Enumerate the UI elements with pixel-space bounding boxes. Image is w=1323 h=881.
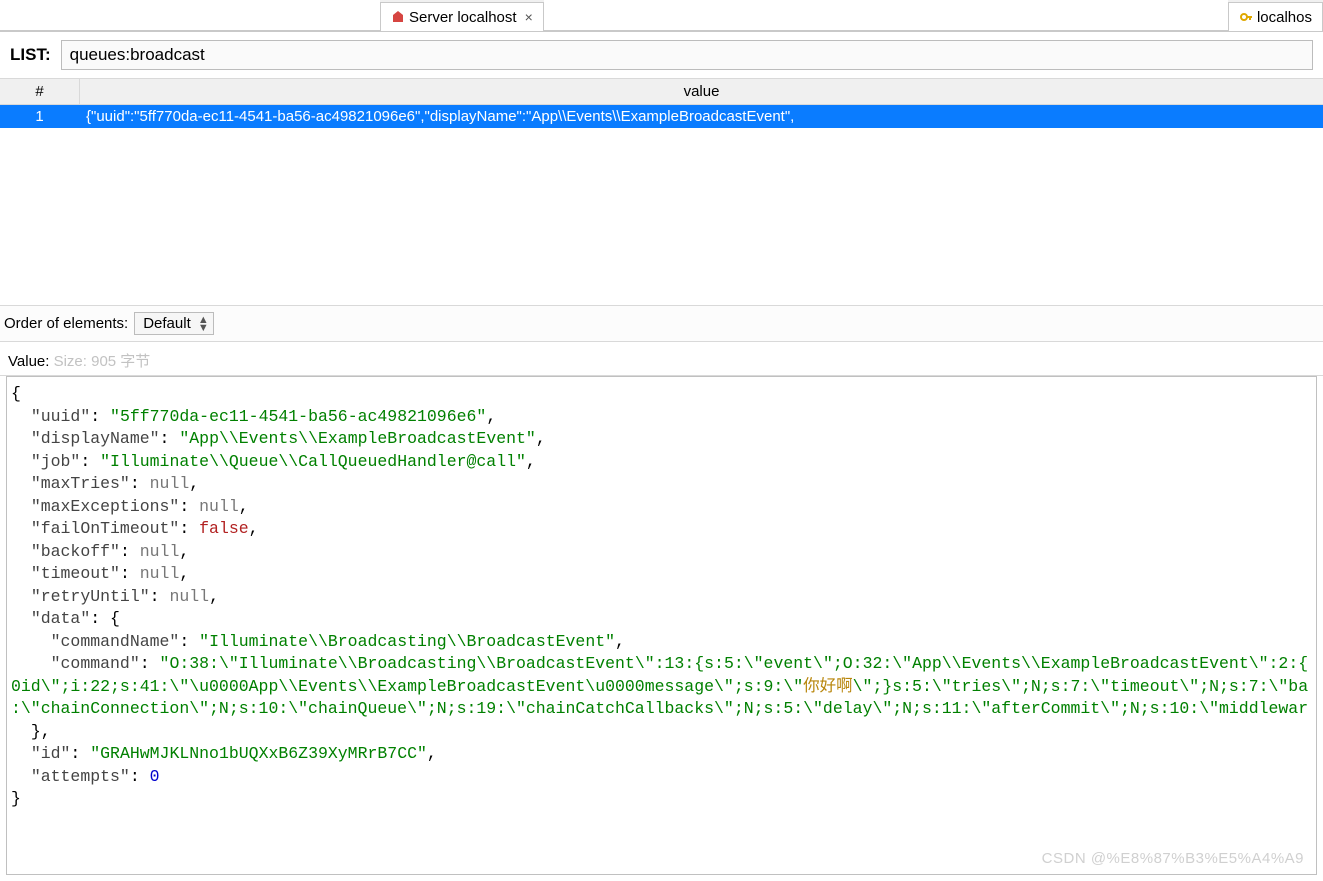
tab-localhost-right[interactable]: localhos [1228, 2, 1323, 31]
order-label: Order of elements: [4, 315, 128, 332]
table-rows: 1 {"uuid":"5ff770da-ec11-4541-ba56-ac498… [0, 105, 1323, 305]
table-header: # value [0, 79, 1323, 105]
value-label-row: Value: Size: 905 字节 [0, 342, 1323, 376]
value-json-viewer[interactable]: { "uuid": "5ff770da-ec11-4541-ba56-ac498… [6, 376, 1317, 875]
tab-server-localhost[interactable]: Server localhost × [380, 2, 544, 31]
watermark: CSDN @%E8%87%B3%E5%A4%A9 [1042, 848, 1304, 871]
tab-spacer-mid [544, 0, 1228, 31]
order-select[interactable]: Default ▲▼ [134, 312, 214, 335]
table-row[interactable]: 1 {"uuid":"5ff770da-ec11-4541-ba56-ac498… [0, 105, 1323, 128]
order-selected: Default [143, 315, 191, 332]
value-size: Size: 905 字节 [54, 353, 151, 370]
chevron-up-down-icon: ▲▼ [198, 316, 209, 332]
col-header-value[interactable]: value [80, 79, 1323, 104]
col-header-index[interactable]: # [0, 79, 80, 104]
server-icon [391, 10, 405, 24]
tab-bar: Server localhost × localhos [0, 0, 1323, 32]
value-label: Value: [8, 353, 49, 370]
row-value: {"uuid":"5ff770da-ec11-4541-ba56-ac49821… [80, 105, 1323, 128]
tab-label: Server localhost [409, 9, 517, 26]
key-name-input[interactable]: queues:broadcast [61, 40, 1313, 70]
close-icon[interactable]: × [525, 9, 533, 25]
tab-spacer [0, 0, 380, 31]
tab-label-right: localhos [1257, 9, 1312, 26]
order-row: Order of elements: Default ▲▼ [0, 305, 1323, 342]
key-name-text: queues:broadcast [70, 45, 205, 64]
key-type-label: LIST: [10, 45, 51, 65]
row-index: 1 [0, 105, 80, 128]
key-icon [1239, 10, 1253, 24]
key-row: LIST: queues:broadcast [0, 32, 1323, 79]
app-root: Server localhost × localhos LIST: queues… [0, 0, 1323, 881]
